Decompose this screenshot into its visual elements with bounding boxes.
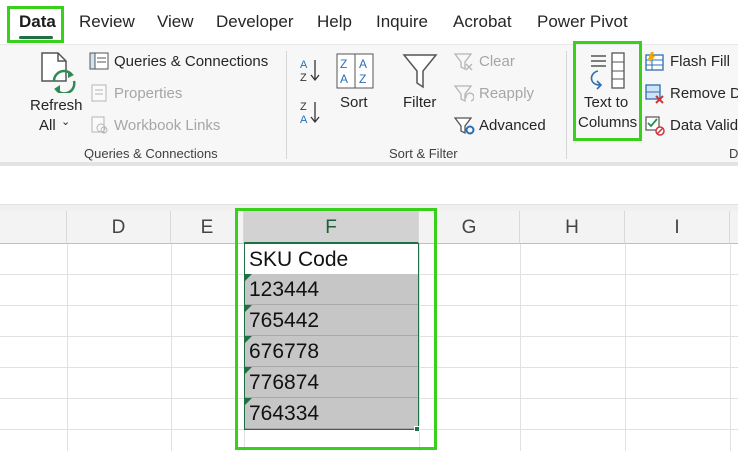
flash-fill-icon [645, 52, 664, 71]
formula-bar-separator [0, 204, 738, 211]
column-header-h[interactable]: H [520, 211, 625, 244]
fill-handle[interactable] [414, 426, 420, 432]
sort-label: Sort [340, 94, 368, 111]
tab-inquire[interactable]: Inquire [376, 12, 428, 32]
properties-label: Properties [114, 85, 183, 102]
refresh-label-line2: All [39, 117, 56, 134]
reapply-icon [454, 85, 474, 103]
reapply-label: Reapply [479, 85, 535, 102]
column-header-f[interactable]: F [244, 211, 419, 244]
grid-line [419, 244, 420, 451]
queries-group-label: Queries & Connections [84, 146, 218, 161]
text-to-columns-label-line2: Columns [578, 114, 638, 131]
ribbon-tabs: Data Review View Developer Help Inquire … [0, 0, 738, 44]
group-divider [566, 51, 567, 159]
grid-line [520, 244, 521, 451]
clear-filter-icon [454, 53, 473, 71]
remove-duplicates-icon [645, 84, 664, 104]
svg-text:A: A [359, 57, 367, 71]
tab-acrobat[interactable]: Acrobat [453, 12, 512, 32]
queries-connections-icon [89, 52, 109, 70]
svg-text:A: A [300, 114, 308, 125]
tab-power-pivot[interactable]: Power Pivot [537, 12, 628, 32]
tab-data[interactable]: Data [19, 12, 56, 32]
svg-text:A: A [300, 59, 308, 71]
clear-label: Clear [479, 53, 515, 70]
tab-review[interactable]: Review [79, 12, 135, 32]
column-header-e[interactable]: E [171, 211, 244, 244]
grid-line [67, 244, 68, 451]
formula-bar-area [0, 166, 738, 204]
tab-help[interactable]: Help [317, 12, 352, 32]
grid-line [730, 244, 731, 451]
data-tools-group-label: D [729, 146, 738, 161]
svg-text:Z: Z [300, 101, 307, 113]
selection-range-border [244, 243, 419, 430]
text-to-columns-label: Text to [584, 94, 629, 111]
sort-a-to-z-icon: A Z [300, 59, 320, 83]
svg-text:Z: Z [359, 72, 366, 86]
refresh-label: Refresh [30, 97, 83, 114]
grid-line [171, 244, 172, 451]
chevron-down-icon: ⌄ [61, 116, 71, 128]
column-header-c[interactable] [0, 211, 67, 244]
column-header-d[interactable]: D [67, 211, 171, 244]
column-header-g[interactable]: G [419, 211, 520, 244]
svg-text:Z: Z [300, 72, 307, 83]
column-header-i[interactable]: I [625, 211, 730, 244]
worksheet-grid[interactable]: D E F G H I SKU Code 123444 765442 67677… [0, 211, 738, 451]
tab-view[interactable]: View [157, 12, 194, 32]
sort-filter-group-label: Sort & Filter [389, 146, 458, 161]
svg-text:A: A [340, 72, 348, 86]
remove-duplicates-label: Remove D [670, 85, 738, 102]
data-validation-icon [645, 116, 665, 136]
tab-developer[interactable]: Developer [216, 12, 294, 32]
workbook-links-icon [91, 116, 108, 134]
workbook-links-label: Workbook Links [114, 117, 221, 134]
filter-label: Filter [403, 94, 437, 111]
refresh-icon [41, 52, 76, 93]
active-tab-indicator [19, 36, 53, 39]
group-divider [286, 51, 287, 159]
text-to-columns-icon [590, 52, 625, 90]
grid-line [625, 244, 626, 451]
advanced-label: Advanced [479, 117, 546, 134]
column-header-j[interactable] [730, 211, 738, 244]
svg-text:Z: Z [340, 57, 347, 71]
ribbon: Refresh All ⌄ Queries & Connections Prop… [0, 44, 738, 162]
data-validation-label: Data Valid [670, 117, 738, 134]
flash-fill-label: Flash Fill [670, 53, 731, 70]
properties-icon [91, 84, 107, 102]
queries-connections-label: Queries & Connections [114, 53, 269, 70]
advanced-filter-icon [454, 117, 475, 135]
sort-z-to-a-icon: Z A [300, 101, 320, 125]
sort-icon: Z A A Z [336, 53, 374, 89]
filter-icon [402, 54, 438, 89]
